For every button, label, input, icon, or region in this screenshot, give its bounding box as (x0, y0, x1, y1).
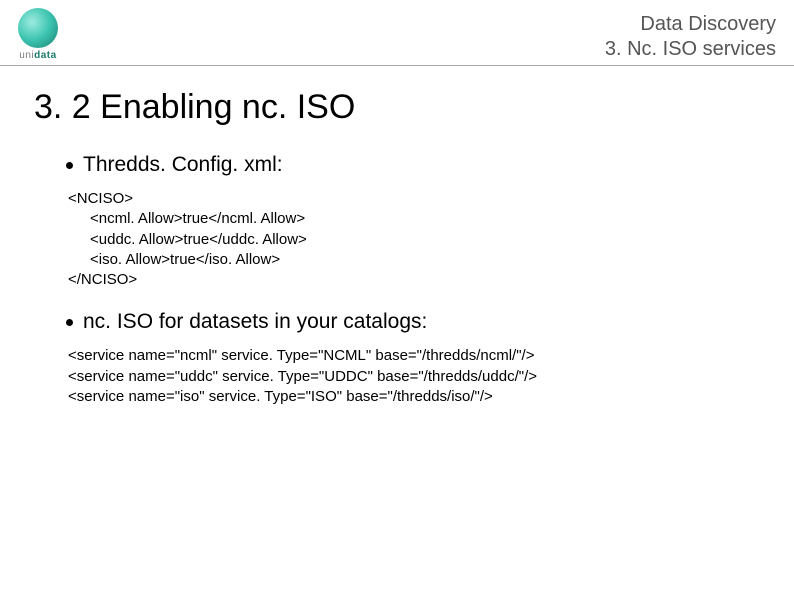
bullet-text: nc. ISO for datasets in your catalogs: (83, 310, 427, 334)
code-line: <uddc. Allow>true</uddc. Allow> (68, 230, 760, 250)
page-title: 3. 2 Enabling nc. ISO (34, 88, 760, 127)
bullet-item: nc. ISO for datasets in your catalogs: (66, 310, 760, 334)
logo-graphic (18, 8, 58, 48)
logo: unidata (18, 8, 58, 61)
code-line: <iso. Allow>true</iso. Allow> (68, 250, 760, 270)
bullet-text: Thredds. Config. xml: (83, 153, 283, 177)
code-line: </NCISO> (68, 270, 760, 290)
bullet-dot-icon (66, 319, 73, 326)
code-block-2: <service name="ncml" service. Type="NCML… (68, 346, 760, 407)
code-block-1: <NCISO> <ncml. Allow>true</ncml. Allow> … (68, 189, 760, 290)
header-line1: Data Discovery (605, 12, 776, 37)
header-line2: 3. Nc. ISO services (605, 37, 776, 62)
logo-text: unidata (19, 50, 56, 61)
header-right: Data Discovery 3. Nc. ISO services (605, 8, 776, 62)
bullet-dot-icon (66, 162, 73, 169)
code-line: <service name="ncml" service. Type="NCML… (68, 346, 760, 366)
code-line: <NCISO> (68, 189, 760, 209)
bullet-item: Thredds. Config. xml: (66, 153, 760, 177)
slide-content: 3. 2 Enabling nc. ISO Thredds. Config. x… (0, 66, 794, 407)
logo-text-right: data (34, 50, 57, 61)
slide-header: unidata Data Discovery 3. Nc. ISO servic… (0, 0, 794, 66)
code-line: <service name="iso" service. Type="ISO" … (68, 387, 760, 407)
code-line: <service name="uddc" service. Type="UDDC… (68, 367, 760, 387)
code-line: <ncml. Allow>true</ncml. Allow> (68, 209, 760, 229)
logo-text-left: uni (19, 50, 34, 61)
